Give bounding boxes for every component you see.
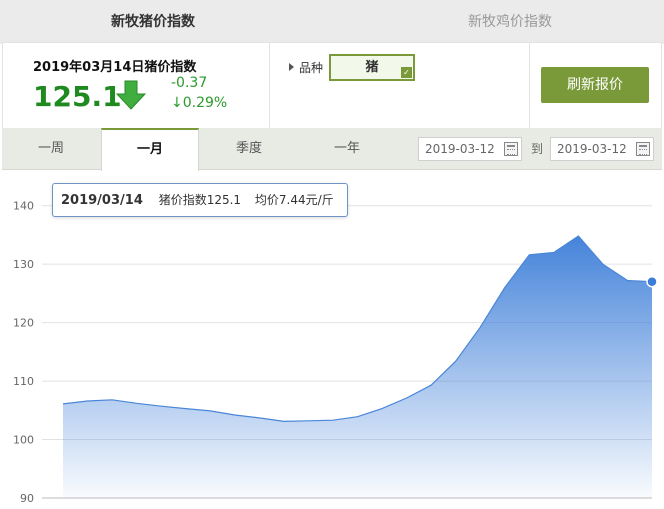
refresh-price-button[interactable]: 刷新报价 — [541, 67, 649, 103]
index-date-title: 2019年03月14日猪价指数 — [33, 60, 197, 75]
variety-label: 品种 — [299, 61, 324, 75]
tab-week[interactable]: 一周 — [2, 128, 100, 170]
variety-option-pig[interactable]: 猪 ✓ — [329, 54, 415, 81]
index-value: 125.1 — [33, 80, 122, 113]
tab-month[interactable]: 一月 — [101, 128, 199, 171]
date-from-value: 2019-03-12 — [425, 142, 495, 156]
y-tick-label: 110 — [13, 375, 34, 388]
tab-year[interactable]: 一年 — [298, 128, 396, 170]
tooltip-date: 2019/03/14 — [61, 193, 143, 208]
check-icon: ✓ — [401, 67, 412, 78]
date-to-value: 2019-03-12 — [557, 142, 627, 156]
down-arrow-icon — [115, 80, 147, 110]
summary-panel: 2019年03月14日猪价指数 125.1 -0.37 ↓0.29% 品种 猪 … — [2, 42, 662, 130]
date-from-input[interactable]: 2019-03-12 — [418, 137, 522, 161]
tooltip-price: 均价7.44元/斤 — [254, 193, 334, 207]
tab-pig-index[interactable]: 新牧猪价指数 — [2, 0, 304, 44]
price-index-chart[interactable]: 90 100 110 120 130 140 — [0, 172, 664, 509]
change-absolute: -0.37 — [171, 75, 208, 91]
index-tabs: 新牧猪价指数 新牧鸡价指数 — [0, 0, 664, 44]
triangle-right-icon — [289, 63, 294, 71]
y-tick-label: 140 — [13, 200, 34, 213]
y-tick-label: 90 — [20, 492, 34, 505]
change-percent: ↓0.29% — [171, 95, 228, 111]
calendar-icon[interactable] — [504, 142, 518, 156]
range-tabs-bar: 一周 一月 季度 一年 2019-03-12 到 2019-03-12 — [2, 128, 662, 171]
series-area — [63, 236, 652, 498]
y-tick-label: 130 — [13, 258, 34, 271]
y-tick-label: 100 — [13, 434, 34, 447]
y-tick-label: 120 — [13, 317, 34, 330]
tab-chicken-index[interactable]: 新牧鸡价指数 — [360, 0, 660, 44]
date-to-input[interactable]: 2019-03-12 — [550, 137, 654, 161]
variety-option-label: 猪 — [365, 60, 379, 75]
calendar-icon[interactable] — [636, 142, 650, 156]
chart-tooltip: 2019/03/14 猪价指数125.1 均价7.44元/斤 — [52, 183, 348, 217]
date-range-separator: 到 — [531, 142, 544, 156]
divider — [529, 43, 530, 129]
tab-quarter[interactable]: 季度 — [200, 128, 298, 170]
data-point-highlight[interactable] — [646, 275, 658, 288]
tooltip-index: 猪价指数125.1 — [158, 193, 242, 207]
divider — [269, 43, 270, 129]
